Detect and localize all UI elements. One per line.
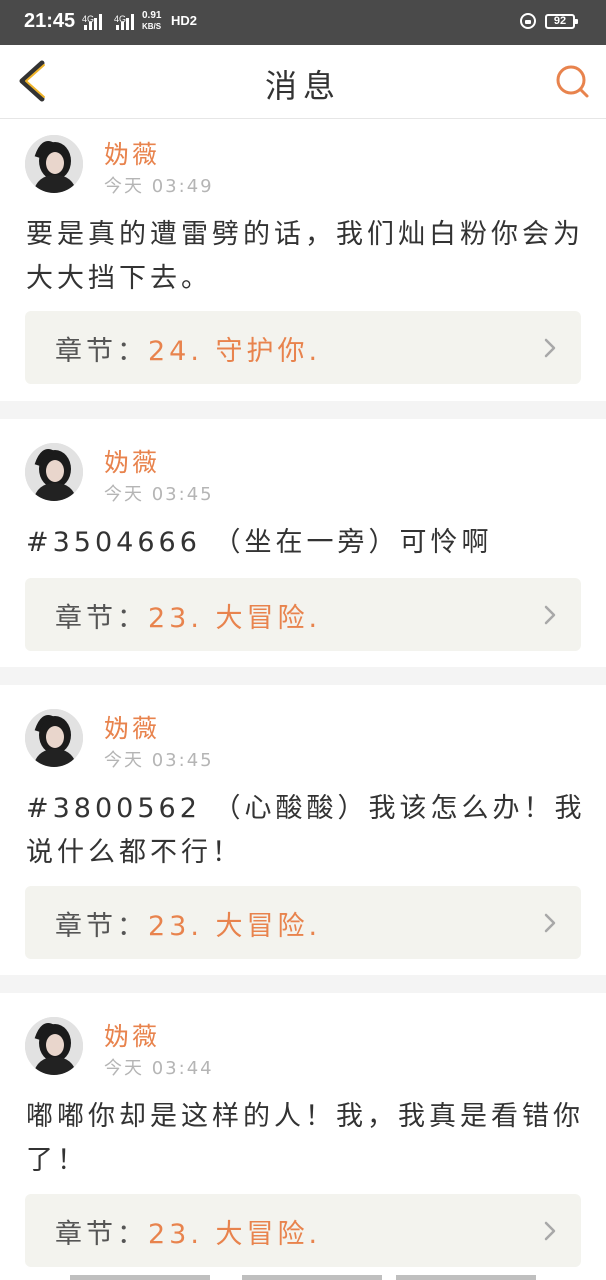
- chapter-name: 24. 守护你.: [148, 336, 322, 367]
- message-content: #3504666 （坐在一旁）可怜啊: [26, 527, 493, 558]
- chapter-name: 23. 大冒险.: [148, 603, 322, 634]
- avatar[interactable]: [25, 443, 83, 501]
- network-speed: 0.91 KB/S: [142, 10, 161, 32]
- chapter-name: 23. 大冒险.: [148, 1219, 322, 1250]
- chapter-link[interactable]: 章节：23. 大冒险.: [25, 886, 581, 959]
- user-name[interactable]: 妫薇: [104, 1017, 160, 1053]
- chapter-name: 23. 大冒险.: [148, 911, 322, 942]
- chapter-link[interactable]: 章节：23. 大冒险.: [25, 578, 581, 651]
- message-content: #3800562 （心酸酸）我该怎么办！我说什么都不行！: [26, 793, 586, 868]
- chevron-right-icon: [544, 913, 556, 933]
- chevron-right-icon: [544, 338, 556, 358]
- page-title: 消息: [264, 67, 341, 105]
- signal-icon-1: [84, 14, 106, 30]
- chapter-prefix: 章节：: [55, 336, 148, 367]
- search-icon[interactable]: [551, 60, 593, 102]
- user-name[interactable]: 妫薇: [104, 709, 160, 745]
- avatar[interactable]: [25, 1017, 83, 1075]
- bottom-indicator: [70, 1275, 540, 1280]
- chapter-prefix: 章节：: [55, 911, 148, 942]
- message-time: 今天 03:45: [104, 750, 214, 771]
- network-speed-unit: KB/S: [142, 22, 162, 31]
- avatar[interactable]: [25, 135, 83, 193]
- network-speed-value: 0.91: [142, 10, 162, 21]
- message-time: 今天 03:44: [104, 1058, 214, 1079]
- message-content: 嘟嘟你却是这样的人！我，我真是看错你了！: [26, 1101, 584, 1176]
- hd-voice-icon: HD2: [171, 13, 198, 28]
- user-name[interactable]: 妫薇: [104, 135, 160, 171]
- chapter-label: 章节：24. 守护你.: [55, 329, 321, 368]
- chevron-right-icon: [544, 605, 556, 625]
- chapter-label: 章节：23. 大冒险.: [55, 1212, 321, 1251]
- chapter-link[interactable]: 章节：24. 守护你.: [25, 311, 581, 384]
- message-card: 妫薇 今天 03:45 #3800562 （心酸酸）我该怎么办！我说什么都不行！…: [0, 685, 606, 975]
- user-name[interactable]: 妫薇: [104, 443, 160, 479]
- message-card: 妫薇 今天 03:44 嘟嘟你却是这样的人！我，我真是看错你了！ 章节：23. …: [0, 993, 606, 1280]
- rotation-lock-icon: [520, 13, 536, 29]
- message-time: 今天 03:45: [104, 484, 214, 505]
- clock: 21:45: [24, 10, 76, 32]
- message-time: 今天 03:49: [104, 176, 214, 197]
- chapter-link[interactable]: 章节：23. 大冒险.: [25, 1194, 581, 1267]
- message-card: 妫薇 今天 03:49 要是真的遭雷劈的话，我们灿白粉你会为大大挡下去。 章节：…: [0, 119, 606, 401]
- top-navigation-bar: 消息: [0, 45, 606, 119]
- avatar[interactable]: [25, 709, 83, 767]
- chevron-right-icon: [544, 1221, 556, 1241]
- chapter-prefix: 章节：: [55, 1219, 148, 1250]
- chapter-prefix: 章节：: [55, 603, 148, 634]
- status-bar: 21:45 4G 4G 0.91 KB/S HD2 92: [0, 0, 606, 45]
- chapter-label: 章节：23. 大冒险.: [55, 904, 321, 943]
- message-card: 妫薇 今天 03:45 #3504666 （坐在一旁）可怜啊 章节：23. 大冒…: [0, 419, 606, 667]
- battery-indicator: 92: [545, 14, 578, 29]
- message-content: 要是真的遭雷劈的话，我们灿白粉你会为大大挡下去。: [26, 219, 584, 294]
- chapter-label: 章节：23. 大冒险.: [55, 596, 321, 635]
- signal-icon-2: [116, 14, 138, 30]
